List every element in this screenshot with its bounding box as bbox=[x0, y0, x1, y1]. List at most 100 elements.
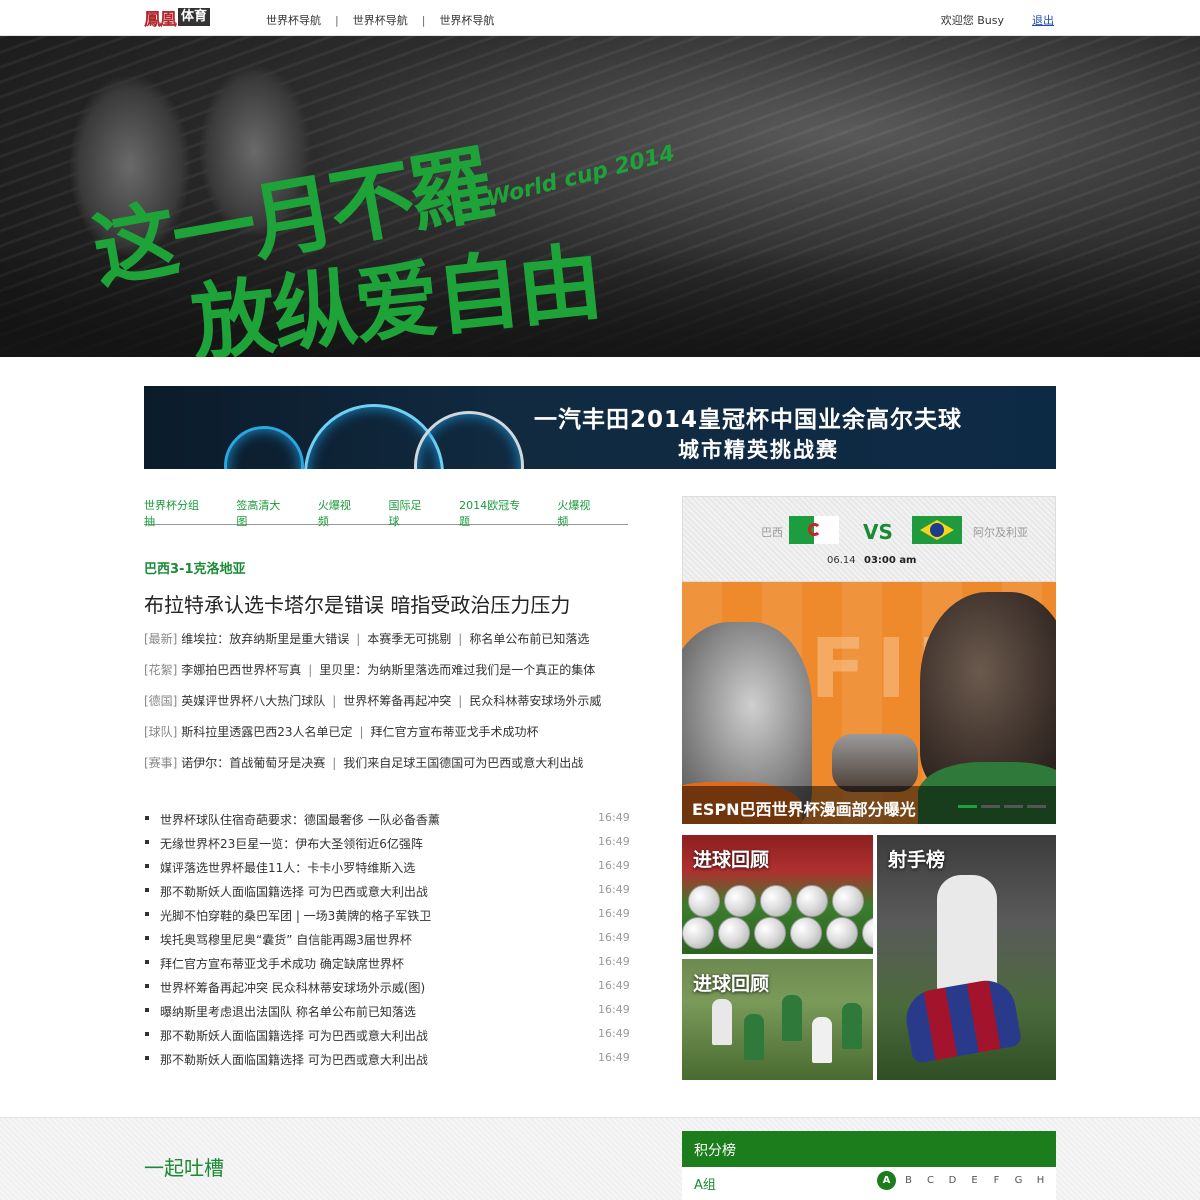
list-item[interactable]: 那不勒斯妖人面临国籍选择 可为巴西或意大利出战 16:49 bbox=[144, 883, 630, 907]
nav-link-worldcup-2[interactable]: 世界杯导航 bbox=[353, 12, 408, 28]
group-tab-e[interactable]: E bbox=[965, 1171, 984, 1190]
headline-tag[interactable]: 巴西3-1克洛地亚 bbox=[144, 558, 246, 577]
ad-title-line1: 一汽丰田2014皇冠杯中国业余高尔夫球 bbox=[534, 407, 963, 433]
news-title[interactable]: 世界杯筹备再起冲突 民众科林蒂安球场外示威(图) bbox=[160, 979, 598, 1003]
subnav-link[interactable]: 世界杯分组抽 bbox=[144, 497, 209, 528]
news-time: 16:49 bbox=[598, 811, 630, 824]
carousel-dot[interactable] bbox=[1004, 805, 1023, 808]
nav-separator: | bbox=[335, 13, 339, 27]
carousel-dot[interactable] bbox=[1027, 805, 1046, 808]
logout-link[interactable]: 退出 bbox=[1032, 12, 1054, 28]
news-title[interactable]: 那不勒斯妖人面临国籍选择 可为巴西或意大利出战 bbox=[160, 883, 598, 907]
carousel-dot[interactable] bbox=[981, 805, 1000, 808]
subnav-link[interactable]: 火爆视频 bbox=[318, 497, 362, 528]
site-logo[interactable]: 鳳凰 体育 bbox=[144, 7, 211, 30]
news-time: 16:49 bbox=[598, 883, 630, 896]
news-time: 16:49 bbox=[598, 835, 630, 848]
category-link[interactable]: 世界杯筹备再起冲突 bbox=[343, 694, 451, 708]
news-title[interactable]: 埃托奥骂穆里尼奥“囊货” 自信能再踢3届世界杯 bbox=[160, 931, 598, 955]
goal-review-tile-2[interactable]: 进球回顾 bbox=[682, 959, 873, 1080]
algeria-flag-icon bbox=[789, 516, 839, 544]
bullet-icon bbox=[144, 955, 160, 979]
category-link[interactable]: 李娜拍巴西世界杯写真 bbox=[181, 663, 301, 677]
group-tab-a[interactable]: A bbox=[877, 1171, 896, 1190]
list-item[interactable]: 媒评落选世界杯最佳11人：卡卡小罗特维斯入选 16:49 bbox=[144, 859, 630, 883]
list-item[interactable]: 世界杯筹备再起冲突 民众科林蒂安球场外示威(图) 16:49 bbox=[144, 979, 630, 1003]
brazil-flag-icon bbox=[912, 516, 962, 544]
category-link[interactable]: 里贝里：为纳斯里落选而难过我们是一个真正的集体 bbox=[319, 663, 595, 677]
list-item[interactable]: 那不勒斯妖人面临国籍选择 可为巴西或意大利出战 16:49 bbox=[144, 1051, 630, 1075]
news-time: 16:49 bbox=[598, 1027, 630, 1040]
category-label: [最新] bbox=[144, 632, 178, 646]
category-link[interactable]: 称名单公布前已知落选 bbox=[469, 632, 589, 646]
category-label: [赛事] bbox=[144, 756, 178, 770]
news-title[interactable]: 世界杯球队住宿奇葩要求：德国最奢侈 一队必备香薰 bbox=[160, 811, 598, 835]
subnav-link[interactable]: 签高清大图 bbox=[236, 497, 291, 528]
section-subnav: 世界杯分组抽 签高清大图 火爆视频 国际足球 2014欧冠专题 火爆视频 bbox=[144, 497, 628, 528]
news-title[interactable]: 拜仁官方宣布蒂亚戈手术成功 确定缺席世界杯 bbox=[160, 955, 598, 979]
list-item[interactable]: 那不勒斯妖人面临国籍选择 可为巴西或意大利出战 16:49 bbox=[144, 1027, 630, 1051]
category-link[interactable]: 我们来自足球王国德国可为巴西或意大利出战 bbox=[343, 756, 583, 770]
category-row: [最新] 维埃拉：放弃纳斯里是重大错误 | 本赛季无可挑剔 | 称名单公布前已知落选 bbox=[144, 632, 590, 646]
ad-banner[interactable]: 一汽丰田2014皇冠杯中国业余高尔夫球 城市精英挑战赛 bbox=[144, 386, 1056, 469]
news-title[interactable]: 曝纳斯里考虑退出法国队 称名单公布前已知落选 bbox=[160, 1003, 598, 1027]
standings-panel: 积分榜 A组 A B C D E F G H bbox=[682, 1131, 1056, 1200]
match-card[interactable]: 巴西 VS 阿尔及利亚 06.14 03:00 am bbox=[682, 496, 1056, 582]
feature-handshake bbox=[832, 734, 918, 792]
nav-link-worldcup-3[interactable]: 世界杯导航 bbox=[439, 12, 494, 28]
group-tab-c[interactable]: C bbox=[921, 1171, 940, 1190]
category-row: [德国] 英媒评世界杯八大热门球队 | 世界杯筹备再起冲突 | 民众科林蒂安球场外示威 bbox=[144, 694, 602, 708]
feature-carousel[interactable]: FIF ESPN巴西世界杯漫画部分曝光 bbox=[682, 582, 1056, 824]
category-link[interactable]: 诺伊尔：首战葡萄牙是决赛 bbox=[181, 756, 325, 770]
category-row: [花絮] 李娜拍巴西世界杯写真 | 里贝里：为纳斯里落选而难过我们是一个真正的集体 bbox=[144, 663, 596, 677]
carousel-dot[interactable] bbox=[958, 805, 977, 808]
group-tab-d[interactable]: D bbox=[943, 1171, 962, 1190]
list-item[interactable]: 无缘世界杯23巨星一览：伊布大圣领衔近6亿强阵 16:49 bbox=[144, 835, 630, 859]
tile-label: 进球回顾 bbox=[693, 849, 770, 871]
tile-label: 进球回顾 bbox=[693, 973, 770, 995]
news-time: 16:49 bbox=[598, 931, 630, 944]
top-scorers-tile[interactable]: 射手榜 bbox=[877, 835, 1056, 1080]
list-item[interactable]: 曝纳斯里考虑退出法国队 称名单公布前已知落选 16:49 bbox=[144, 1003, 630, 1027]
top-nav: 世界杯导航 | 世界杯导航 | 世界杯导航 bbox=[266, 12, 494, 28]
category-label: [德国] bbox=[144, 694, 178, 708]
list-item[interactable]: 拜仁官方宣布蒂亚戈手术成功 确定缺席世界杯 16:49 bbox=[144, 955, 630, 979]
news-title[interactable]: 无缘世界杯23巨星一览：伊布大圣领衔近6亿强阵 bbox=[160, 835, 598, 859]
headline-title[interactable]: 布拉特承认选卡塔尔是错误 暗指受政治压力压力 bbox=[144, 589, 570, 618]
list-item[interactable]: 世界杯球队住宿奇葩要求：德国最奢侈 一队必备香薰 16:49 bbox=[144, 811, 630, 835]
news-title[interactable]: 媒评落选世界杯最佳11人：卡卡小罗特维斯入选 bbox=[160, 859, 598, 883]
carousel-dots bbox=[958, 805, 1046, 808]
category-label: [花絮] bbox=[144, 663, 178, 677]
comments-heading: 一起吐槽 bbox=[144, 1156, 224, 1180]
player-figure bbox=[901, 975, 1023, 1065]
category-link[interactable]: 本赛季无可挑剔 bbox=[367, 632, 451, 646]
category-row: [球队] 斯科拉里透露巴西23人名单已定 | 拜仁官方宣布蒂亚戈手术成功杯 bbox=[144, 725, 539, 739]
bullet-icon bbox=[144, 835, 160, 859]
category-link[interactable]: 斯科拉里透露巴西23人名单已定 bbox=[181, 725, 352, 739]
category-link[interactable]: 英媒评世界杯八大热门球队 bbox=[181, 694, 325, 708]
gauge-icon bbox=[414, 411, 524, 469]
category-link[interactable]: 维埃拉：放弃纳斯里是重大错误 bbox=[181, 632, 349, 646]
subnav-link[interactable]: 火爆视频 bbox=[557, 497, 601, 528]
subnav-link[interactable]: 国际足球 bbox=[388, 497, 432, 528]
group-tab-g[interactable]: G bbox=[1009, 1171, 1028, 1190]
list-item[interactable]: 埃托奥骂穆里尼奥“囊货” 自信能再踢3届世界杯 16:49 bbox=[144, 931, 630, 955]
list-item[interactable]: 光脚不怕穿鞋的桑巴军团 | 一场3黄牌的格子军铁卫 16:49 bbox=[144, 907, 630, 931]
news-title[interactable]: 光脚不怕穿鞋的桑巴军团 | 一场3黄牌的格子军铁卫 bbox=[160, 907, 598, 931]
group-tab-b[interactable]: B bbox=[899, 1171, 918, 1190]
category-news: [最新] 维埃拉：放弃纳斯里是重大错误 | 本赛季无可挑剔 | 称名单公布前已知落选 [… bbox=[144, 630, 644, 785]
logo-brand: 鳳凰 bbox=[144, 9, 177, 30]
category-link[interactable]: 民众科林蒂安球场外示威 bbox=[469, 694, 601, 708]
category-link[interactable]: 拜仁官方宣布蒂亚戈手术成功杯 bbox=[371, 725, 539, 739]
feature-caption[interactable]: ESPN巴西世界杯漫画部分曝光 bbox=[692, 796, 916, 820]
news-title[interactable]: 那不勒斯妖人面临国籍选择 可为巴西或意大利出战 bbox=[160, 1051, 598, 1075]
goal-review-tile[interactable]: 进球回顾 bbox=[682, 835, 873, 954]
group-tab-h[interactable]: H bbox=[1031, 1171, 1050, 1190]
news-list: 世界杯球队住宿奇葩要求：德国最奢侈 一队必备香薰 16:49 无缘世界杯23巨星一… bbox=[144, 811, 630, 1075]
welcome-text: 欢迎您 Busy bbox=[940, 14, 1004, 27]
news-title[interactable]: 那不勒斯妖人面临国籍选择 可为巴西或意大利出战 bbox=[160, 1027, 598, 1051]
standings-title: 积分榜 bbox=[682, 1131, 1056, 1167]
nav-link-worldcup-1[interactable]: 世界杯导航 bbox=[266, 12, 321, 28]
subnav-link[interactable]: 2014欧冠专题 bbox=[459, 497, 530, 528]
group-tab-f[interactable]: F bbox=[987, 1171, 1006, 1190]
